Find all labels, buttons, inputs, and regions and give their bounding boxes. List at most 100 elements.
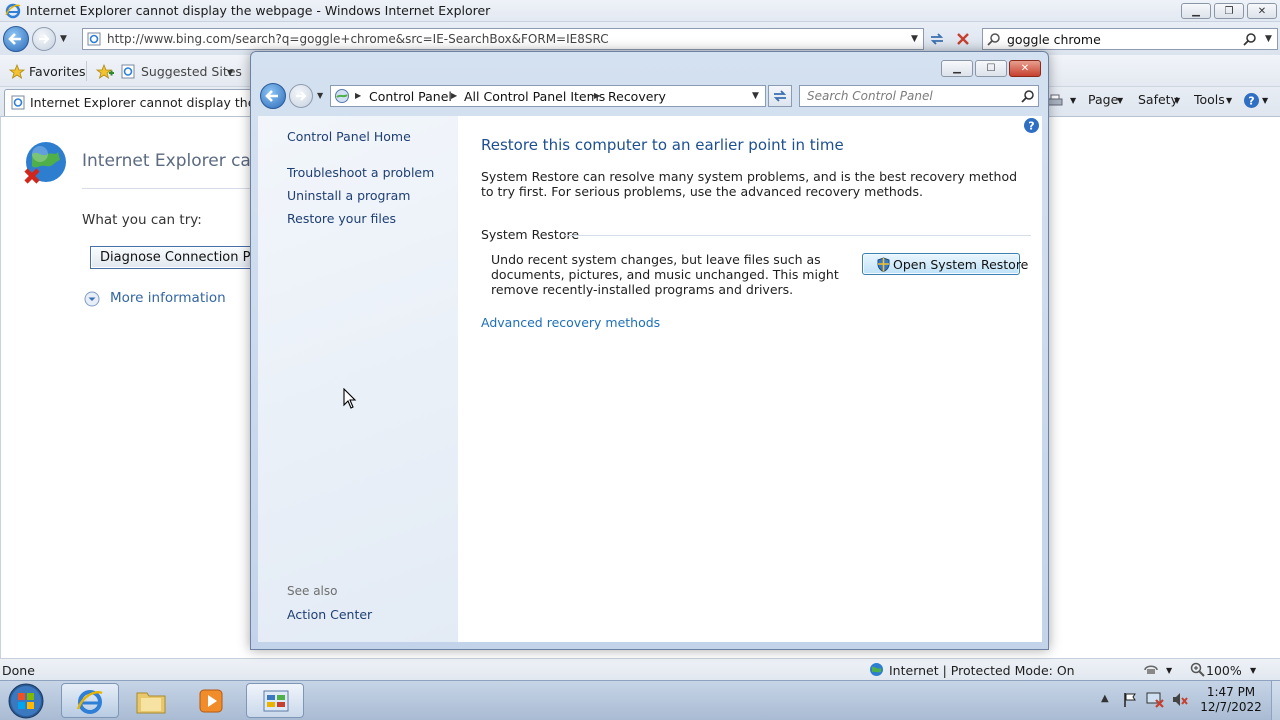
bing-search-icon xyxy=(987,32,1001,46)
cp-back-button[interactable] xyxy=(260,83,286,109)
show-hidden-icons-button[interactable]: ▲ xyxy=(1101,693,1109,704)
svg-text:?: ? xyxy=(1028,120,1034,133)
taskbar-ie-button[interactable] xyxy=(61,683,119,718)
control-panel-icon xyxy=(262,689,290,715)
troubleshoot-link[interactable]: Troubleshoot a problem xyxy=(287,165,434,180)
forward-arrow-icon xyxy=(296,91,307,101)
ie-address-text: http://www.bing.com/search?q=goggle+chro… xyxy=(107,32,609,46)
taskbar-explorer-button[interactable] xyxy=(122,683,180,718)
close-icon: ✕ xyxy=(1257,5,1267,17)
breadcrumb-all-items[interactable]: All Control Panel Items xyxy=(464,89,605,104)
ie-tab-active[interactable]: Internet Explorer cannot display the web… xyxy=(4,89,301,116)
ie-back-button[interactable] xyxy=(3,26,29,52)
globe-error-icon xyxy=(22,140,70,188)
suggested-sites-dropdown-icon[interactable]: ▼ xyxy=(227,68,233,77)
print-dropdown-icon[interactable]: ▼ xyxy=(1070,96,1076,105)
status-text: Done xyxy=(2,663,35,678)
ie-restore-button[interactable]: ❐ xyxy=(1214,3,1244,19)
control-panel-home-link[interactable]: Control Panel Home xyxy=(287,129,411,144)
cp-minimize-button[interactable]: ▁ xyxy=(941,60,973,77)
ie-search-box[interactable]: goggle chrome ▼ xyxy=(982,28,1278,50)
inprivate-filtering-icon[interactable] xyxy=(1143,662,1159,677)
cp-address-dropdown-icon[interactable]: ▼ xyxy=(752,91,759,101)
breadcrumb-recovery[interactable]: Recovery xyxy=(608,89,666,104)
diagnose-connection-label: Diagnose Connection Prob xyxy=(100,250,272,265)
uninstall-program-link[interactable]: Uninstall a program xyxy=(287,188,410,203)
clock-date: 12/7/2022 xyxy=(1200,700,1262,714)
show-desktop-button[interactable] xyxy=(1271,681,1280,720)
page-title: Restore this computer to an earlier poin… xyxy=(481,136,844,154)
volume-muted-icon[interactable] xyxy=(1171,691,1189,708)
start-button[interactable] xyxy=(6,682,46,720)
ie-address-bar[interactable]: http://www.bing.com/search?q=goggle+chro… xyxy=(82,28,924,50)
tray-clock[interactable]: 1:47 PM 12/7/2022 xyxy=(1196,685,1266,715)
add-to-favorites-icon[interactable] xyxy=(96,64,114,80)
cp-search-box[interactable]: Search Control Panel xyxy=(799,85,1039,107)
page-dropdown-icon: ▼ xyxy=(1117,96,1124,105)
chevron-down-icon[interactable] xyxy=(84,291,100,307)
help-icon[interactable]: ? xyxy=(1023,117,1040,134)
ie-logo-icon xyxy=(5,3,21,19)
refresh-icon xyxy=(773,90,787,102)
cp-maximize-button[interactable]: ☐ xyxy=(975,60,1007,77)
tools-dropdown-icon: ▼ xyxy=(1226,96,1233,105)
help-icon[interactable]: ? xyxy=(1243,92,1260,109)
minimize-icon: ▁ xyxy=(1192,5,1200,17)
zoom-dropdown-icon[interactable]: ▼ xyxy=(1250,666,1256,675)
cp-search-placeholder: Search Control Panel xyxy=(807,89,933,103)
breadcrumb-control-panel[interactable]: Control Panel xyxy=(369,89,452,104)
recent-pages-dropdown-icon[interactable]: ▼ xyxy=(60,34,67,44)
action-center-flag-icon[interactable] xyxy=(1123,692,1137,708)
diagnose-connection-button[interactable]: Diagnose Connection Prob xyxy=(90,246,272,269)
taskbar-control-panel-button[interactable] xyxy=(246,683,304,718)
more-information-link[interactable]: More information xyxy=(110,290,226,306)
cp-refresh-button[interactable] xyxy=(768,85,792,107)
help-dropdown-icon[interactable]: ▼ xyxy=(1262,96,1268,105)
breadcrumb-arrow-icon[interactable]: ▶ xyxy=(594,91,600,100)
ie-window-title: Internet Explorer cannot display the web… xyxy=(26,3,491,18)
stop-icon[interactable] xyxy=(954,30,972,48)
advanced-recovery-link[interactable]: Advanced recovery methods xyxy=(481,315,660,330)
cp-close-button[interactable]: ✕ xyxy=(1009,60,1041,77)
page-menu-button[interactable]: Page xyxy=(1088,92,1118,107)
breadcrumb-arrow-icon[interactable]: ▶ xyxy=(355,91,361,100)
open-system-restore-button[interactable]: Open System Restore xyxy=(862,253,1028,275)
security-zone-text: Internet | Protected Mode: On xyxy=(889,663,1075,678)
suggested-sites-icon xyxy=(121,64,136,79)
favbar-divider xyxy=(86,61,87,81)
tools-menu-button[interactable]: Tools xyxy=(1194,92,1225,107)
cp-recent-pages-icon[interactable]: ▼ xyxy=(317,91,323,100)
cp-forward-button[interactable] xyxy=(289,84,313,108)
page-description: System Restore can resolve many system p… xyxy=(481,169,1018,199)
error-divider xyxy=(82,188,252,189)
breadcrumb-arrow-icon[interactable]: ▶ xyxy=(451,91,457,100)
page-icon xyxy=(87,32,101,46)
action-center-link[interactable]: Action Center xyxy=(287,607,372,622)
search-dropdown-icon[interactable]: ▼ xyxy=(1265,34,1272,44)
open-system-restore-label: Open System Restore xyxy=(893,257,1029,272)
search-icon[interactable] xyxy=(1243,32,1257,46)
clock-time: 1:47 PM xyxy=(1206,685,1256,699)
favorites-button[interactable]: Favorites xyxy=(29,64,85,79)
ie-forward-button[interactable] xyxy=(32,27,56,51)
section-divider xyxy=(565,235,1031,236)
protected-mode-dropdown-icon[interactable]: ▼ xyxy=(1166,666,1172,675)
ie-status-bar: Done Internet | Protected Mode: On ▼ 100… xyxy=(0,658,1280,680)
see-also-label: See also xyxy=(287,584,338,598)
address-dropdown-icon[interactable]: ▼ xyxy=(911,34,918,44)
safety-menu-button[interactable]: Safety xyxy=(1138,92,1178,107)
forward-arrow-icon xyxy=(39,34,50,44)
favorites-star-icon xyxy=(9,64,25,79)
taskbar-media-player-button[interactable] xyxy=(182,683,240,718)
close-icon: ✕ xyxy=(1020,63,1030,74)
print-icon[interactable] xyxy=(1047,93,1063,109)
search-icon[interactable] xyxy=(1021,89,1035,103)
compatibility-view-icon[interactable] xyxy=(928,30,946,48)
network-disconnected-icon[interactable] xyxy=(1146,691,1164,708)
cp-address-bar[interactable]: ▶ Control Panel ▶ All Control Panel Item… xyxy=(330,85,766,107)
ie-close-button[interactable]: ✕ xyxy=(1247,3,1277,19)
zoom-icon[interactable] xyxy=(1190,662,1205,677)
restore-files-link[interactable]: Restore your files xyxy=(287,211,396,226)
ie-minimize-button[interactable]: ▁ xyxy=(1181,3,1211,19)
zoom-level-text[interactable]: 100% xyxy=(1206,663,1242,678)
